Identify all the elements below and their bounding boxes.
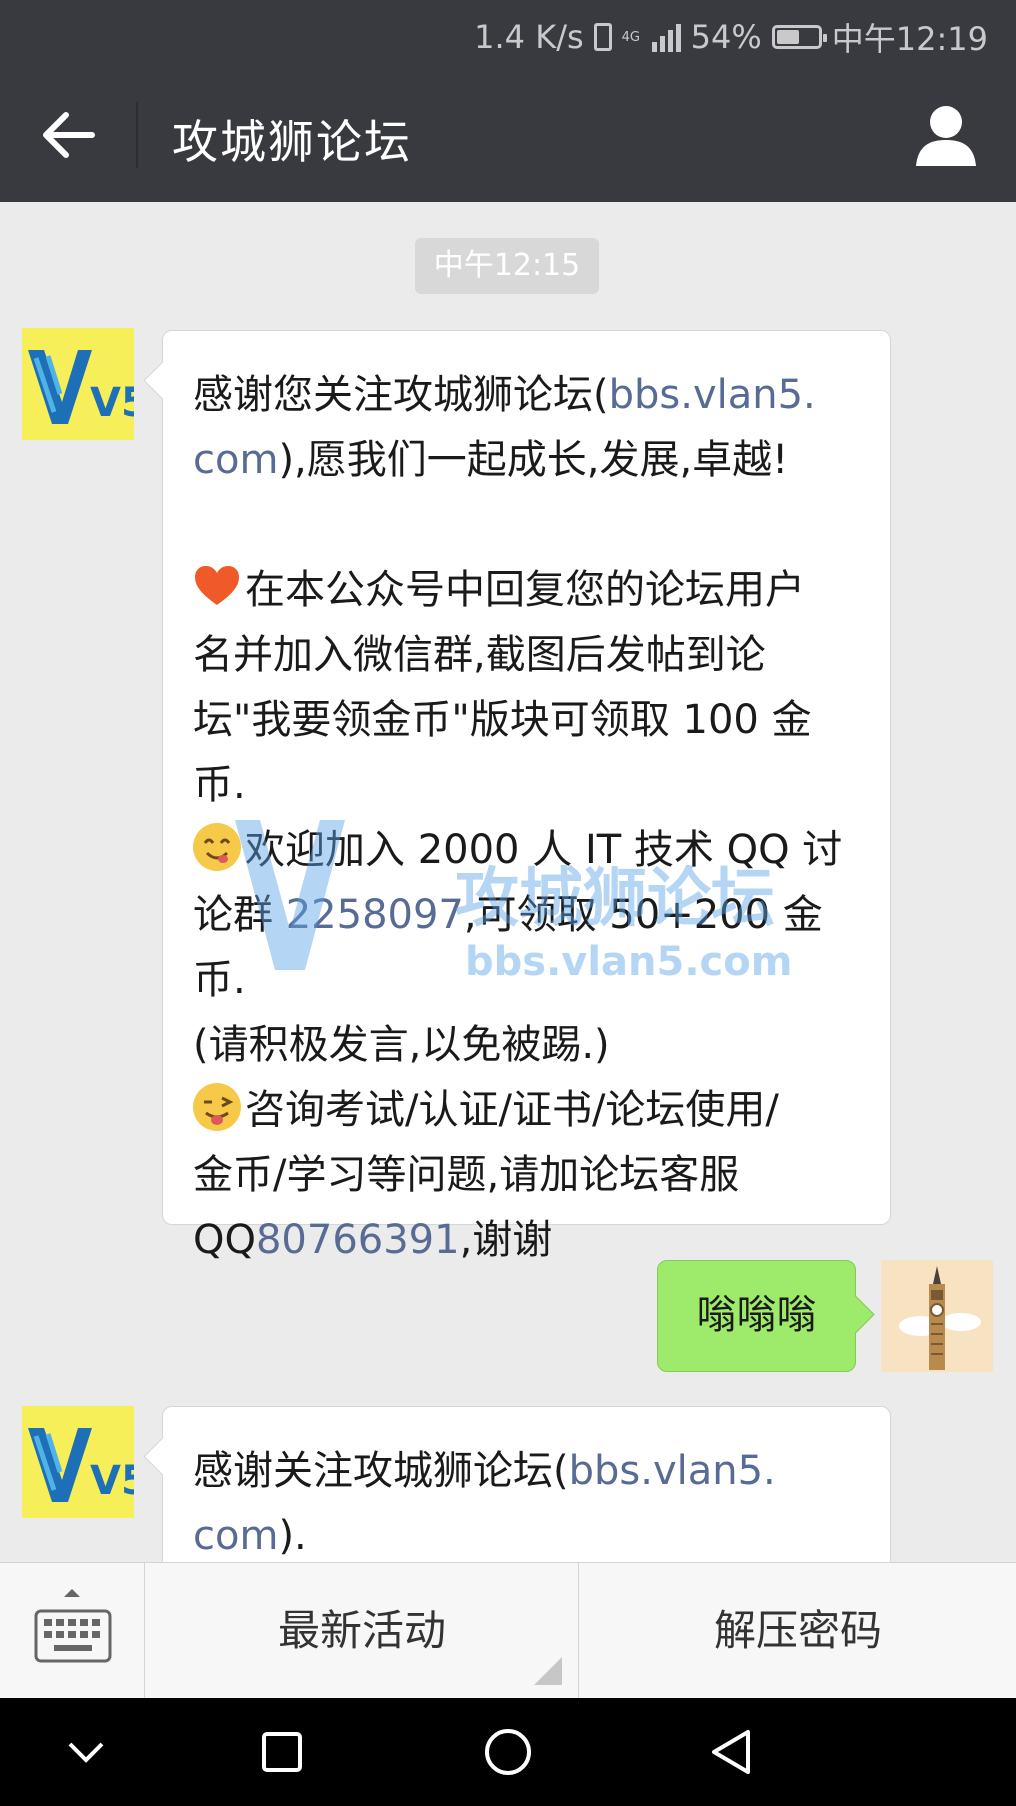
back-button[interactable]	[36, 100, 106, 170]
message-line: com),愿我们一起成长,发展,卓越!	[193, 437, 789, 483]
message-line: 币.	[193, 762, 246, 808]
nav-back-button[interactable]	[700, 1720, 764, 1784]
heart-emoji-icon	[193, 563, 241, 611]
title-divider	[136, 102, 138, 168]
avatar-logo-text: V5	[90, 380, 134, 426]
person-icon	[916, 106, 976, 166]
message-line: 在本公众号中回复您的论坛用户	[193, 558, 860, 623]
battery-icon	[771, 25, 827, 49]
my-message-bubble[interactable]: 嗡嗡嗡	[657, 1260, 856, 1372]
message-line: 名并加入微信群,截图后发帖到论	[193, 632, 766, 678]
qq-service-link[interactable]: 80766391	[256, 1217, 460, 1263]
yum-emoji-icon	[193, 823, 241, 871]
chat-timestamp: 中午12:15	[415, 238, 599, 294]
official-account-avatar[interactable]: V5	[22, 1406, 134, 1518]
message-line: 咨询考试/认证/证书/论坛使用/	[193, 1078, 860, 1143]
message-line: 感谢您关注攻城狮论坛(bbs.vlan5.	[193, 372, 816, 418]
wink-tongue-emoji-icon	[193, 1083, 241, 1131]
forum-link[interactable]: com	[193, 437, 278, 483]
network-type: 4G	[621, 29, 640, 45]
qq-group-link[interactable]: 2258097	[286, 892, 464, 938]
my-avatar[interactable]	[881, 1260, 993, 1372]
official-account-avatar[interactable]: V5	[22, 328, 134, 440]
avatar-logo-text: V5	[90, 1458, 134, 1504]
vibrate-icon	[593, 23, 612, 51]
triangle-back-icon	[712, 1730, 750, 1774]
message-line: 欢迎加入 2000 人 IT 技术 QQ 讨	[193, 818, 860, 883]
profile-button[interactable]	[914, 102, 978, 168]
circle-icon	[485, 1729, 531, 1775]
square-icon	[262, 1732, 302, 1772]
nav-hide-button[interactable]	[54, 1720, 118, 1784]
message-line: (请积极发言,以免被踢.)	[193, 1022, 610, 1068]
forum-link[interactable]: com	[193, 1513, 278, 1559]
message-line: 金币/学习等问题,请加论坛客服	[193, 1152, 740, 1198]
back-arrow-icon	[43, 112, 95, 158]
v5-logo-icon: V5	[22, 1406, 134, 1518]
page-title: 攻城狮论坛	[172, 115, 412, 169]
network-speed: 1.4 K/s	[474, 18, 584, 56]
system-nav-bar	[0, 1698, 1016, 1806]
keyboard-toggle-button[interactable]	[0, 1563, 145, 1699]
menu-item-label: 解压密码	[713, 1606, 882, 1655]
official-account-menu: 最新活动 解压密码	[0, 1562, 1016, 1699]
v5-logo-icon: V5	[22, 328, 134, 440]
menu-item-label: 最新活动	[277, 1606, 446, 1655]
message-line: 论群 2258097,可领取 50+200 金币.	[193, 892, 823, 1003]
battery-percent: 54%	[690, 18, 762, 56]
submenu-indicator-icon	[534, 1657, 562, 1685]
forum-link[interactable]: bbs.vlan5.	[609, 372, 816, 418]
message-bubble-welcome[interactable]: 感谢您关注攻城狮论坛(bbs.vlan5. com),愿我们一起成长,发展,卓越…	[162, 330, 891, 1263]
nav-recents-button[interactable]	[250, 1720, 314, 1784]
signal-icon	[651, 22, 681, 52]
message-line: 坛"我要领金币"版块可领取 100 金	[193, 697, 812, 743]
clock: 中午12:19	[831, 20, 988, 58]
status-bar: 1.4 K/s 4G 54% 中午12:19	[0, 0, 1016, 68]
menu-unzip-password[interactable]: 解压密码	[580, 1563, 1016, 1699]
keyboard-icon	[34, 1589, 112, 1663]
chevron-down-icon	[68, 1742, 104, 1763]
title-bar: 攻城狮论坛	[0, 68, 1016, 202]
menu-latest-activities[interactable]: 最新活动	[146, 1563, 579, 1699]
nav-home-button[interactable]	[476, 1720, 540, 1784]
message-line: com).	[193, 1513, 307, 1559]
forum-link[interactable]: bbs.vlan5.	[569, 1448, 776, 1494]
message-line: 感谢关注攻城狮论坛(bbs.vlan5.	[193, 1448, 776, 1494]
clock-tower-avatar-icon	[881, 1260, 993, 1372]
